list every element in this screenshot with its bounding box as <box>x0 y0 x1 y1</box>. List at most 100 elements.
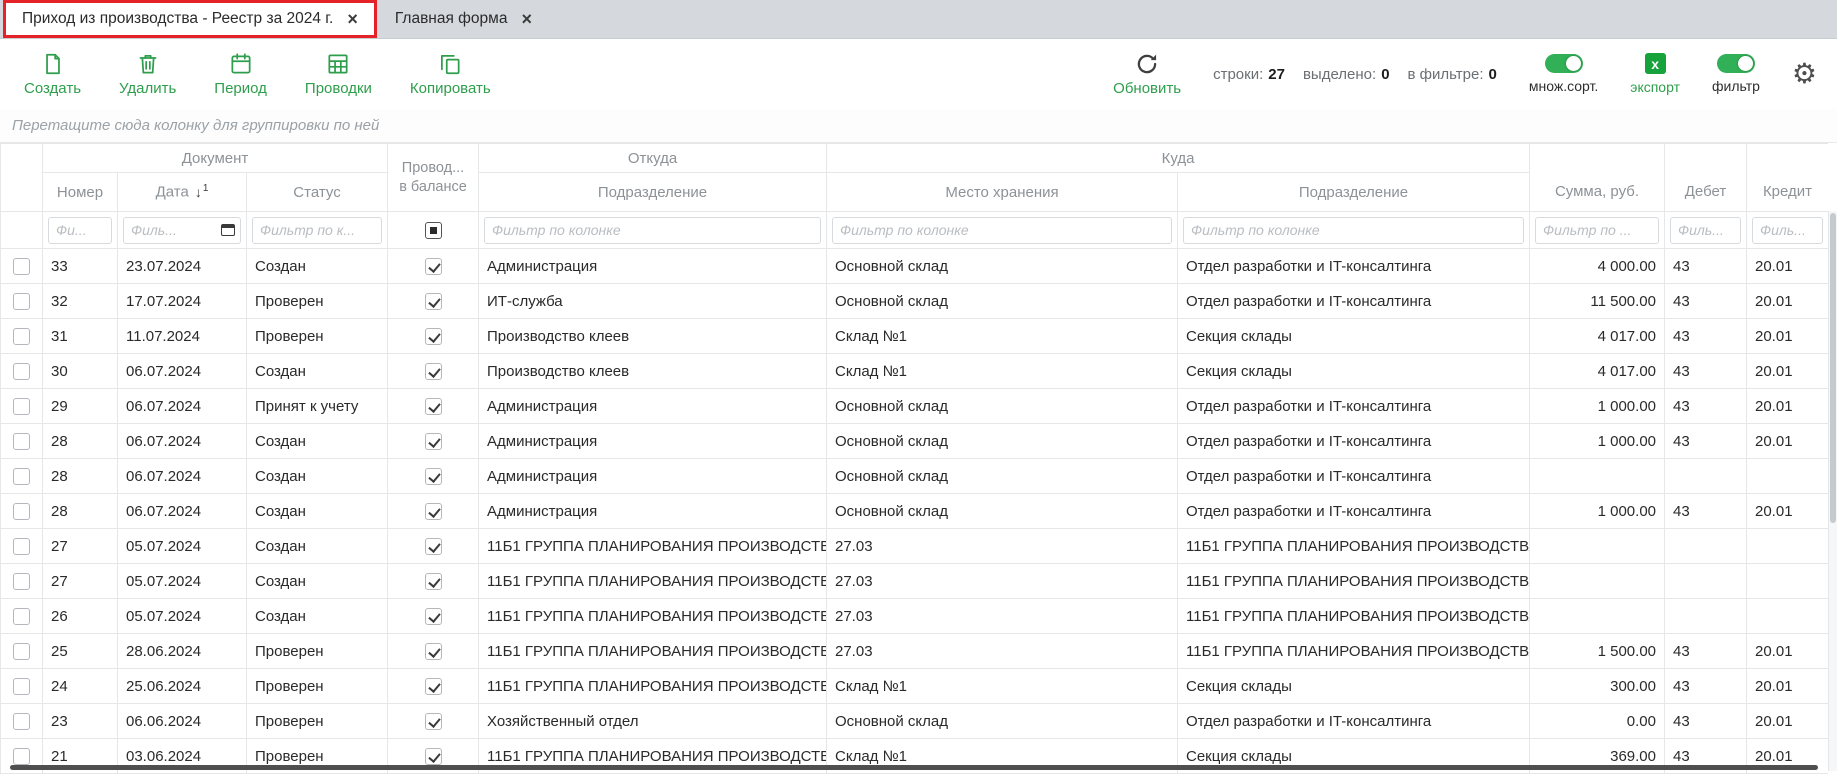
filter-input-status[interactable] <box>252 217 382 244</box>
tab-main-form[interactable]: Главная форма × <box>379 0 548 38</box>
posted-checkbox[interactable] <box>425 608 442 625</box>
cell-credit: 20.01 <box>1747 494 1829 529</box>
table-row[interactable]: 3323.07.2024СозданАдминистрацияОсновной … <box>1 249 1829 284</box>
period-button[interactable]: Период <box>214 51 267 97</box>
multi-sort-control[interactable]: множ.сорт. <box>1529 54 1598 94</box>
row-checkbox[interactable] <box>13 398 30 415</box>
table-row[interactable]: 2528.06.2024Проверен11Б1 ГРУППА ПЛАНИРОВ… <box>1 634 1829 669</box>
filter-control[interactable]: фильтр <box>1712 54 1760 94</box>
posted-checkbox[interactable] <box>425 678 442 695</box>
cell-from-department: 11Б1 ГРУППА ПЛАНИРОВАНИЯ ПРОИЗВОДСТВА <box>479 599 827 634</box>
row-checkbox[interactable] <box>13 468 30 485</box>
table-row[interactable]: 2806.07.2024СозданАдминистрацияОсновной … <box>1 494 1829 529</box>
cell-number: 30 <box>43 354 118 389</box>
table-row[interactable]: 3111.07.2024ПроверенПроизводство клеевСк… <box>1 319 1829 354</box>
tab-close-icon[interactable]: × <box>347 10 358 28</box>
table-row[interactable]: 2906.07.2024Принят к учетуАдминистрацияО… <box>1 389 1829 424</box>
column-header-debit[interactable]: Дебет <box>1665 144 1747 212</box>
row-checkbox[interactable] <box>13 433 30 450</box>
posted-checkbox[interactable] <box>425 398 442 415</box>
refresh-button[interactable]: Обновить <box>1113 51 1181 97</box>
period-button-label: Период <box>214 80 267 97</box>
table-row[interactable]: 2705.07.2024Создан11Б1 ГРУППА ПЛАНИРОВАН… <box>1 529 1829 564</box>
table-row[interactable]: 3006.07.2024СозданПроизводство клеевСкла… <box>1 354 1829 389</box>
filter-input-storage[interactable] <box>832 217 1172 244</box>
cell-number: 31 <box>43 319 118 354</box>
column-header-sum[interactable]: Сумма, руб. <box>1530 144 1665 212</box>
table-row[interactable]: 2806.07.2024СозданАдминистрацияОсновной … <box>1 424 1829 459</box>
row-checkbox[interactable] <box>13 293 30 310</box>
export-control[interactable]: x экспорт <box>1630 53 1680 95</box>
column-header-storage[interactable]: Место хранения <box>827 173 1178 212</box>
cell-from-department: Администрация <box>479 459 827 494</box>
vertical-scrollbar-thumb[interactable] <box>1830 213 1836 523</box>
filter-input-credit[interactable] <box>1752 217 1823 244</box>
column-header-from-department[interactable]: Подразделение <box>479 173 827 212</box>
cell-to-department: Секция склады <box>1178 669 1530 704</box>
row-checkbox[interactable] <box>13 748 30 765</box>
delete-button[interactable]: Удалить <box>119 51 176 97</box>
filter-input-to-dept[interactable] <box>1183 217 1524 244</box>
group-by-drop-zone[interactable]: Перетащите сюда колонку для группировки … <box>0 109 1837 143</box>
posted-checkbox[interactable] <box>425 503 442 520</box>
vertical-scrollbar[interactable] <box>1828 211 1837 771</box>
row-checkbox[interactable] <box>13 678 30 695</box>
column-header-status[interactable]: Статус <box>247 173 388 212</box>
posted-checkbox[interactable] <box>425 538 442 555</box>
table-row[interactable]: 2705.07.2024Создан11Б1 ГРУППА ПЛАНИРОВАН… <box>1 564 1829 599</box>
multi-sort-toggle[interactable] <box>1545 54 1583 73</box>
posted-checkbox[interactable] <box>425 328 442 345</box>
column-header-num[interactable]: Номер <box>43 173 118 212</box>
table-row[interactable]: 3217.07.2024ПроверенИТ-службаОсновной ск… <box>1 284 1829 319</box>
horizontal-scrollbar-thumb[interactable] <box>10 765 1818 770</box>
row-checkbox[interactable] <box>13 328 30 345</box>
cell-select <box>1 564 43 599</box>
posted-checkbox[interactable] <box>425 748 442 765</box>
table-row[interactable]: 2306.06.2024ПроверенХозяйственный отделО… <box>1 704 1829 739</box>
posted-checkbox[interactable] <box>425 363 442 380</box>
filter-input-sum[interactable] <box>1535 217 1659 244</box>
table-row[interactable]: 2425.06.2024Проверен11Б1 ГРУППА ПЛАНИРОВ… <box>1 669 1829 704</box>
posted-checkbox[interactable] <box>425 293 442 310</box>
cell-to-department: Отдел разработки и IT-консалтинга <box>1178 389 1530 424</box>
filter-input-from-dept[interactable] <box>484 217 821 244</box>
create-button[interactable]: Создать <box>24 51 81 97</box>
cell-number: 28 <box>43 424 118 459</box>
column-header-posted[interactable]: Провод... в балансе <box>388 144 479 212</box>
excel-export-icon[interactable]: x <box>1645 53 1666 74</box>
settings-gear-icon[interactable]: ⚙ <box>1792 60 1817 88</box>
row-checkbox[interactable] <box>13 643 30 660</box>
tab-close-icon[interactable]: × <box>521 10 532 28</box>
cell-number: 29 <box>43 389 118 424</box>
posted-checkbox[interactable] <box>425 573 442 590</box>
row-checkbox[interactable] <box>13 608 30 625</box>
row-checkbox[interactable] <box>13 573 30 590</box>
tab-registry[interactable]: Приход из производства - Реестр за 2024 … <box>3 0 377 38</box>
cell-number: 27 <box>43 529 118 564</box>
row-checkbox[interactable] <box>13 503 30 520</box>
column-header-to-department[interactable]: Подразделение <box>1178 173 1530 212</box>
posted-filter-checkbox[interactable] <box>425 222 442 239</box>
filter-input-num[interactable] <box>48 217 112 244</box>
posted-checkbox[interactable] <box>425 258 442 275</box>
cell-credit: 20.01 <box>1747 354 1829 389</box>
posted-checkbox[interactable] <box>425 433 442 450</box>
copy-button[interactable]: Копировать <box>410 51 491 97</box>
posted-checkbox[interactable] <box>425 468 442 485</box>
row-checkbox[interactable] <box>13 538 30 555</box>
postings-button[interactable]: Проводки <box>305 51 372 97</box>
filter-toggle[interactable] <box>1717 54 1755 73</box>
row-checkbox[interactable] <box>13 713 30 730</box>
cell-storage: Склад №1 <box>827 319 1178 354</box>
cell-from-department: Администрация <box>479 424 827 459</box>
table-row[interactable]: 2806.07.2024СозданАдминистрацияОсновной … <box>1 459 1829 494</box>
table-row[interactable]: 2605.07.2024Создан11Б1 ГРУППА ПЛАНИРОВАН… <box>1 599 1829 634</box>
calendar-icon[interactable] <box>221 224 235 236</box>
posted-checkbox[interactable] <box>425 713 442 730</box>
posted-checkbox[interactable] <box>425 643 442 660</box>
row-checkbox[interactable] <box>13 363 30 380</box>
row-checkbox[interactable] <box>13 258 30 275</box>
filter-input-debit[interactable] <box>1670 217 1741 244</box>
column-header-date[interactable]: Дата↓1 <box>118 173 247 212</box>
column-header-credit[interactable]: Кредит <box>1747 144 1829 212</box>
